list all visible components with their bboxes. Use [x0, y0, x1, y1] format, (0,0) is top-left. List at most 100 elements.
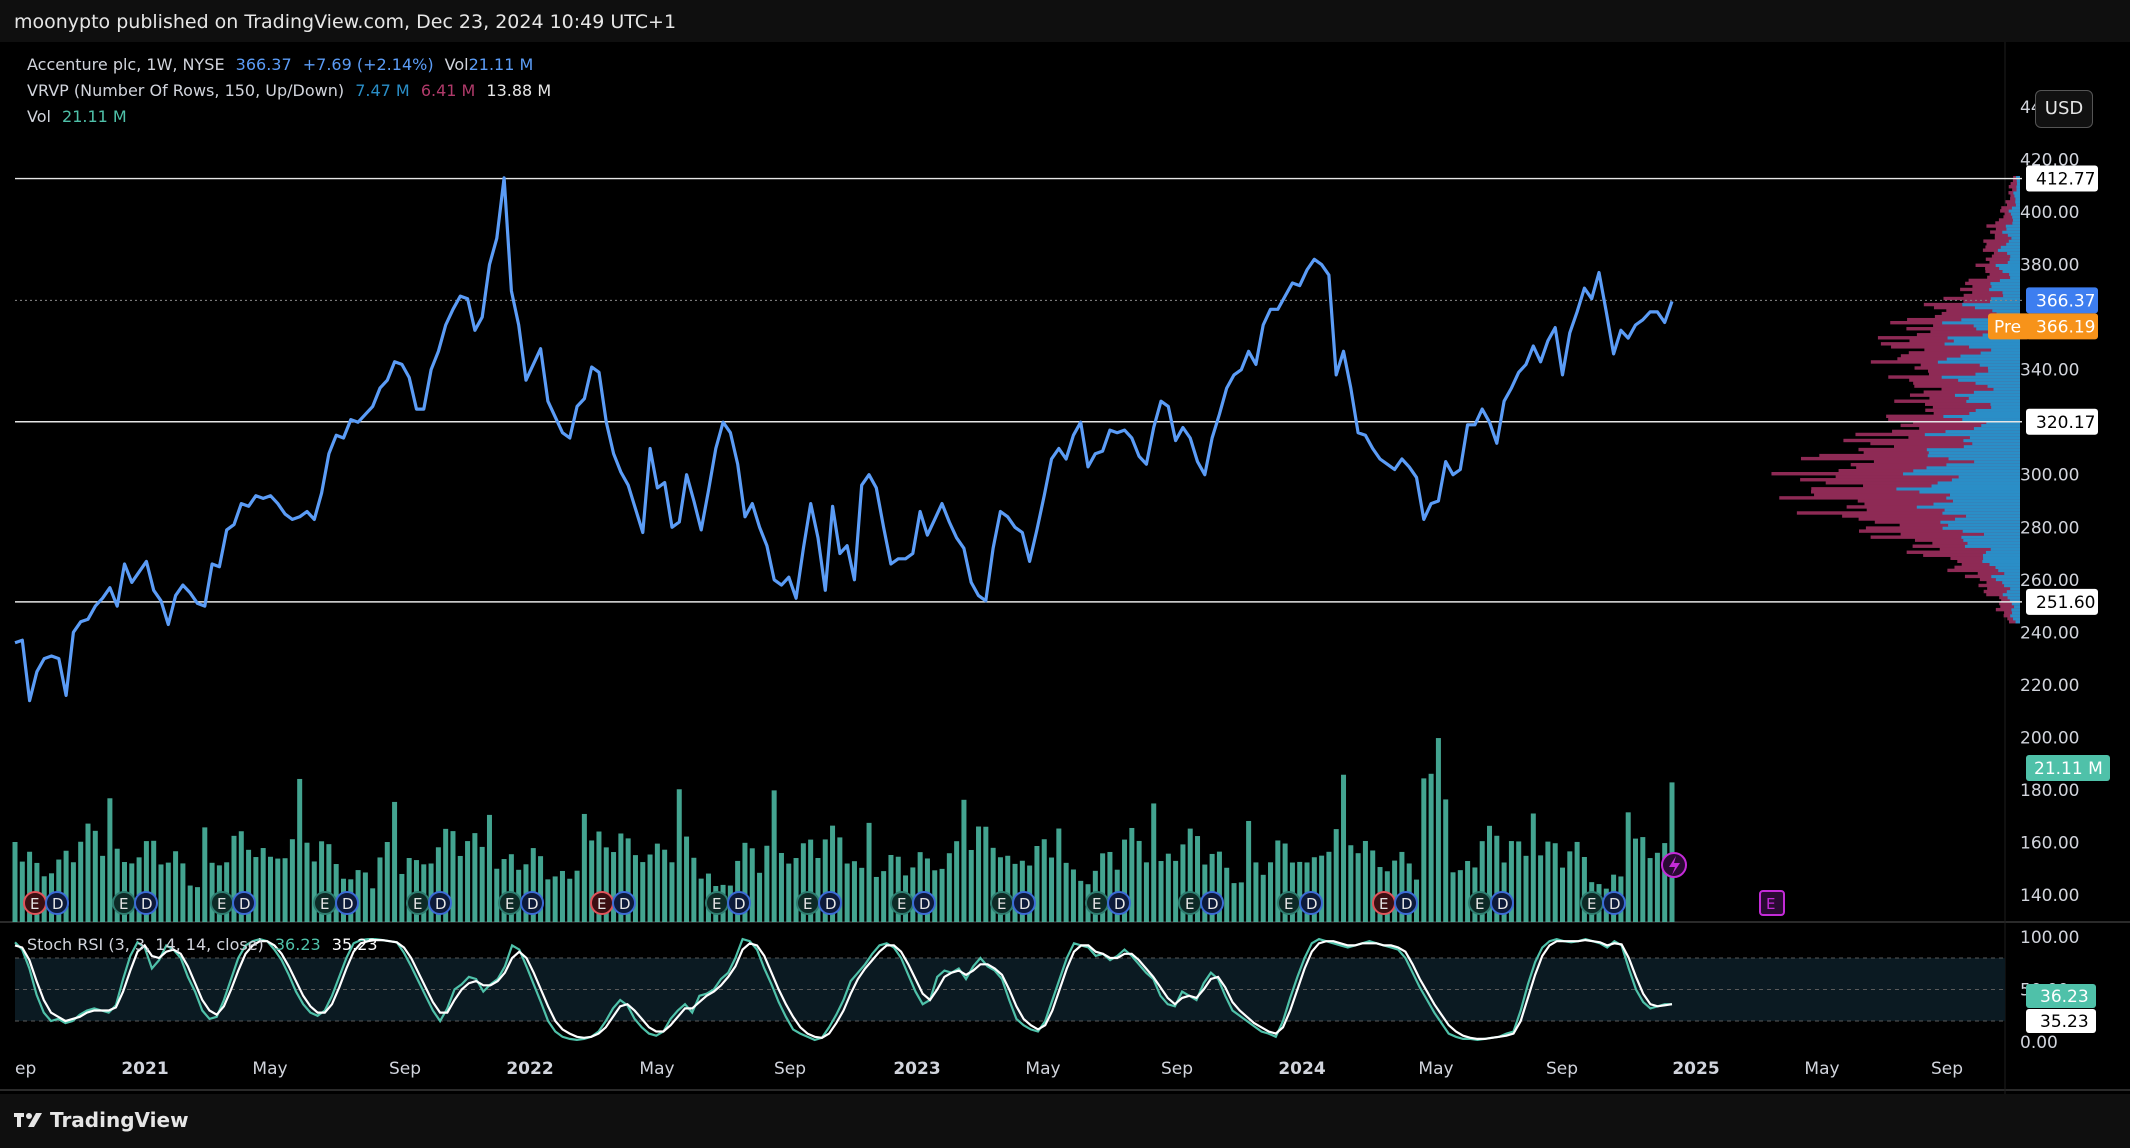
time-axis-tick: Sep	[774, 1059, 806, 1079]
earnings-marker-label: E	[897, 895, 906, 913]
dividend-marker-label: D	[435, 895, 447, 913]
volume-bar	[486, 814, 492, 922]
volume-bar	[1063, 862, 1069, 922]
vp-row-up	[1955, 517, 2020, 521]
vp-row-up	[1944, 342, 2020, 346]
volume-bar	[873, 876, 879, 922]
vp-row-up	[1979, 363, 2020, 367]
volume-bar	[881, 871, 887, 922]
vp-row-up	[2006, 227, 2020, 231]
vp-row-up	[2010, 254, 2020, 258]
volume-bar	[946, 853, 952, 922]
vp-row-up	[1992, 308, 2020, 313]
vp-row-up	[1913, 468, 2020, 473]
volume-bar	[815, 857, 821, 922]
volume-bar	[1341, 774, 1347, 922]
published-info: moonypto published on TradingView.com, D…	[14, 11, 677, 33]
volume-bar	[859, 867, 865, 922]
volume-bar	[976, 826, 982, 922]
earnings-marker-label: E	[413, 895, 422, 913]
volume-bar	[1523, 855, 1529, 922]
volume-bar	[1560, 867, 1566, 922]
vp-row-up	[1958, 475, 2020, 479]
volume-bar	[844, 863, 850, 922]
vp-row-up	[1993, 387, 2020, 391]
volume-bar	[1260, 874, 1266, 922]
vp-row-up	[1927, 453, 2020, 458]
earnings-marker-label: E	[30, 895, 39, 913]
volume-bar	[676, 789, 682, 922]
volume-bar	[12, 842, 18, 922]
volume-bar	[632, 855, 638, 922]
vp-row-up	[1931, 484, 2020, 488]
vp-row-up	[2003, 293, 2020, 298]
legend-vol-label: Vol	[444, 55, 469, 74]
volume-bar	[1443, 799, 1449, 922]
volume-bar	[961, 799, 967, 922]
stoch-legend-k: 36.23	[274, 935, 321, 954]
vp-row-up	[1961, 535, 2020, 539]
time-axis-tick: May	[639, 1059, 674, 1079]
vp-row-up	[1969, 345, 2020, 349]
volume-bar	[611, 852, 617, 922]
vp-row-up	[2002, 230, 2020, 234]
vp-row-up	[2012, 221, 2020, 225]
volume-bar	[1173, 860, 1179, 922]
vp-row-up	[1975, 372, 2020, 376]
volume-bar	[647, 854, 653, 922]
volume-bar	[771, 790, 777, 922]
vp-row-up	[1980, 351, 2020, 355]
volume-bar	[640, 862, 646, 922]
tradingview-logo[interactable]: TradingView	[14, 1108, 189, 1132]
volume-bar	[1370, 850, 1376, 922]
vp-row-up	[1946, 462, 2020, 467]
vp-row-up	[1952, 499, 2020, 503]
price-axis-tick: 140.00	[2020, 886, 2079, 906]
earnings-marker-label: E	[1475, 895, 1484, 913]
vp-row-up	[2007, 251, 2020, 255]
volume-bar	[399, 873, 405, 922]
earnings-marker-label: E	[1185, 895, 1194, 913]
time-axis-tick: 2024	[1278, 1059, 1325, 1079]
bottom-bar: TradingView	[0, 1094, 2130, 1148]
vp-row-up	[1995, 565, 2020, 570]
price-axis-tick: 200.00	[2020, 728, 2079, 748]
volume-bar	[939, 868, 945, 922]
volume-bar	[275, 858, 281, 922]
volume-bar	[1319, 855, 1325, 922]
dividend-marker-label: D	[1114, 895, 1126, 913]
legend-vol-row[interactable]: Vol 21.11 M	[27, 104, 557, 130]
volume-bar	[1392, 860, 1398, 922]
volume-bar	[194, 887, 200, 922]
vp-row-up	[1990, 296, 2020, 301]
volume-bar	[888, 854, 894, 922]
currency-button[interactable]: USD	[2035, 90, 2093, 128]
volume-bar	[866, 822, 872, 922]
time-axis-tick: 2021	[121, 1059, 168, 1079]
volume-bar	[757, 872, 763, 922]
vp-row-up	[1943, 414, 2020, 419]
stoch-legend[interactable]: Stoch RSI (3, 3, 14, 14, close) 36.23 35…	[27, 935, 384, 954]
volume-bar	[70, 862, 76, 922]
volume-bar	[187, 885, 193, 922]
vp-row-up	[1991, 574, 2020, 579]
volume-bar	[1012, 863, 1018, 922]
legend-symbol-row[interactable]: Accenture plc, 1W, NYSE 366.37 +7.69 (+2…	[27, 52, 557, 78]
vp-row-up	[1937, 360, 2020, 364]
volume-bar	[1238, 882, 1244, 922]
legend-vrvp-row[interactable]: VRVP (Number Of Rows, 150, Up/Down) 7.47…	[27, 78, 557, 104]
price-axis-tick: 300.00	[2020, 466, 2079, 486]
time-axis-tick: May	[1025, 1059, 1060, 1079]
vp-row-up	[2016, 188, 2020, 192]
time-axis-tick: Sep	[389, 1059, 421, 1079]
vp-row-up	[1949, 493, 2020, 497]
vp-row-up	[1985, 550, 2020, 554]
vp-row-up	[2011, 236, 2020, 240]
earnings-marker-label: E	[712, 895, 721, 913]
vp-row-up	[2012, 218, 2020, 222]
pre-market-tag-label: 366.19	[2036, 317, 2095, 337]
price-axis-tick: 160.00	[2020, 833, 2079, 853]
vp-row-up	[2002, 269, 2020, 274]
price-axis-tick: 260.00	[2020, 571, 2079, 591]
vp-row-up	[2012, 610, 2020, 615]
